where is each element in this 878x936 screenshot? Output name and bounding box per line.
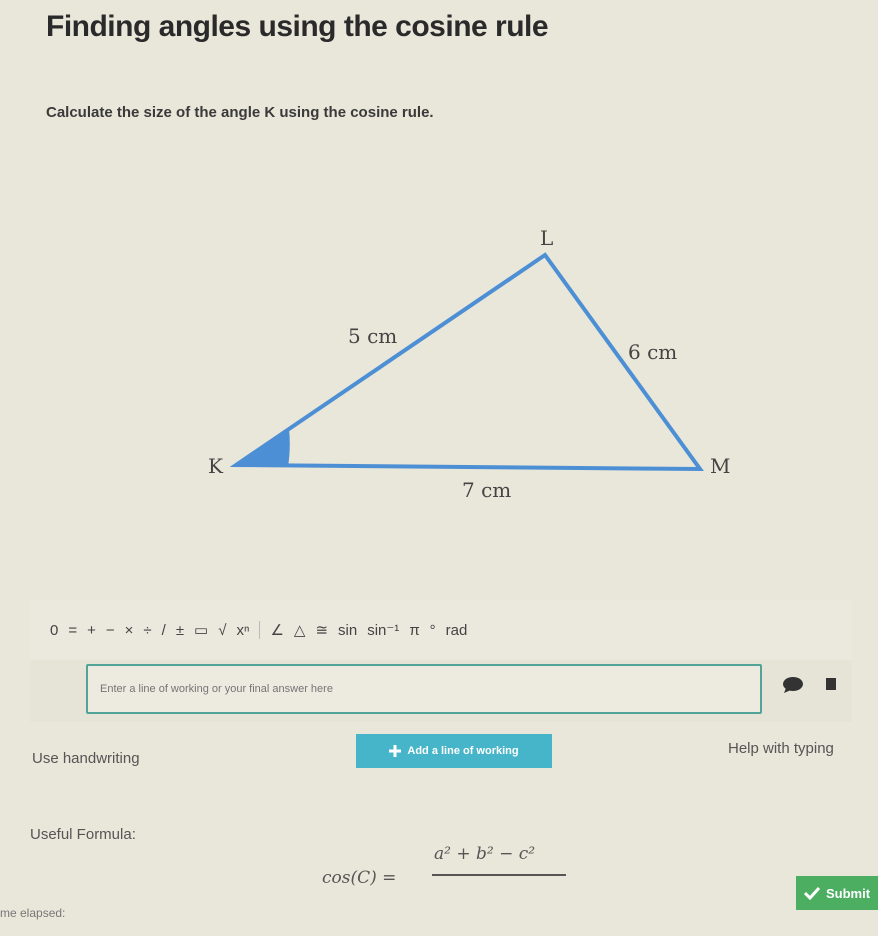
minus-key[interactable]: −: [106, 622, 115, 639]
vertex-label-m: M: [710, 454, 730, 478]
sin-key[interactable]: sin: [338, 622, 357, 639]
sqrt-key[interactable]: √: [218, 622, 226, 639]
angle-k-marker: [236, 429, 290, 467]
fraction-key[interactable]: ▭: [194, 621, 208, 639]
degree-key[interactable]: °: [430, 622, 436, 639]
slash-key[interactable]: /: [162, 622, 166, 639]
pi-key[interactable]: π: [409, 622, 419, 639]
side-label-lm: 6 cm: [628, 340, 677, 364]
fraction-bar: [432, 874, 566, 876]
times-key[interactable]: ×: [125, 622, 134, 639]
angle-key[interactable]: ∠: [270, 621, 283, 639]
vertex-label-k: K: [208, 454, 224, 478]
toolbar-divider: [259, 621, 261, 639]
math-toolbar: 0 = + − × ÷ / ± ▭ √ xⁿ ∠ △ ≅ sin sin⁻¹ π…: [30, 600, 852, 660]
use-handwriting-link[interactable]: Use handwriting: [32, 750, 140, 767]
power-key[interactable]: xⁿ: [236, 622, 249, 639]
arcsin-key[interactable]: sin⁻¹: [367, 621, 399, 639]
rad-key[interactable]: rad: [446, 622, 468, 639]
triangle-diagram: L K M 5 cm 6 cm 7 cm: [208, 226, 730, 502]
plus-key[interactable]: +: [87, 622, 96, 639]
time-elapsed-label: me elapsed:: [0, 906, 66, 920]
useful-formula-label: Useful Formula:: [30, 826, 136, 843]
formula-lhs: cos(C) =: [322, 868, 397, 888]
congruent-key[interactable]: ≅: [315, 621, 328, 639]
page-title: Finding angles using the cosine rule: [46, 10, 549, 43]
help-with-typing-link[interactable]: Help with typing: [728, 740, 834, 757]
side-label-kl: 5 cm: [348, 324, 397, 348]
triangle-key[interactable]: △: [294, 621, 306, 639]
formula-numerator: a² + b² − c²: [434, 844, 536, 864]
side-label-km: 7 cm: [462, 478, 511, 502]
delete-icon[interactable]: [826, 678, 836, 690]
answer-input[interactable]: [86, 664, 762, 714]
plusminus-key[interactable]: ±: [176, 622, 184, 639]
zero-key[interactable]: 0: [50, 622, 58, 639]
add-line-label: Add a line of working: [407, 745, 519, 757]
vertex-label-l: L: [540, 226, 553, 250]
submit-label: Submit: [826, 885, 871, 901]
plus-icon: [389, 745, 402, 757]
equals-key[interactable]: =: [68, 622, 77, 639]
question-text: Calculate the size of the angle K using …: [46, 104, 434, 121]
comment-icon[interactable]: [782, 676, 804, 694]
submit-button[interactable]: Submit: [796, 876, 878, 910]
add-line-button[interactable]: Add a line of working: [356, 734, 552, 768]
checkmark-icon: [804, 886, 820, 900]
divide-key[interactable]: ÷: [143, 622, 151, 639]
